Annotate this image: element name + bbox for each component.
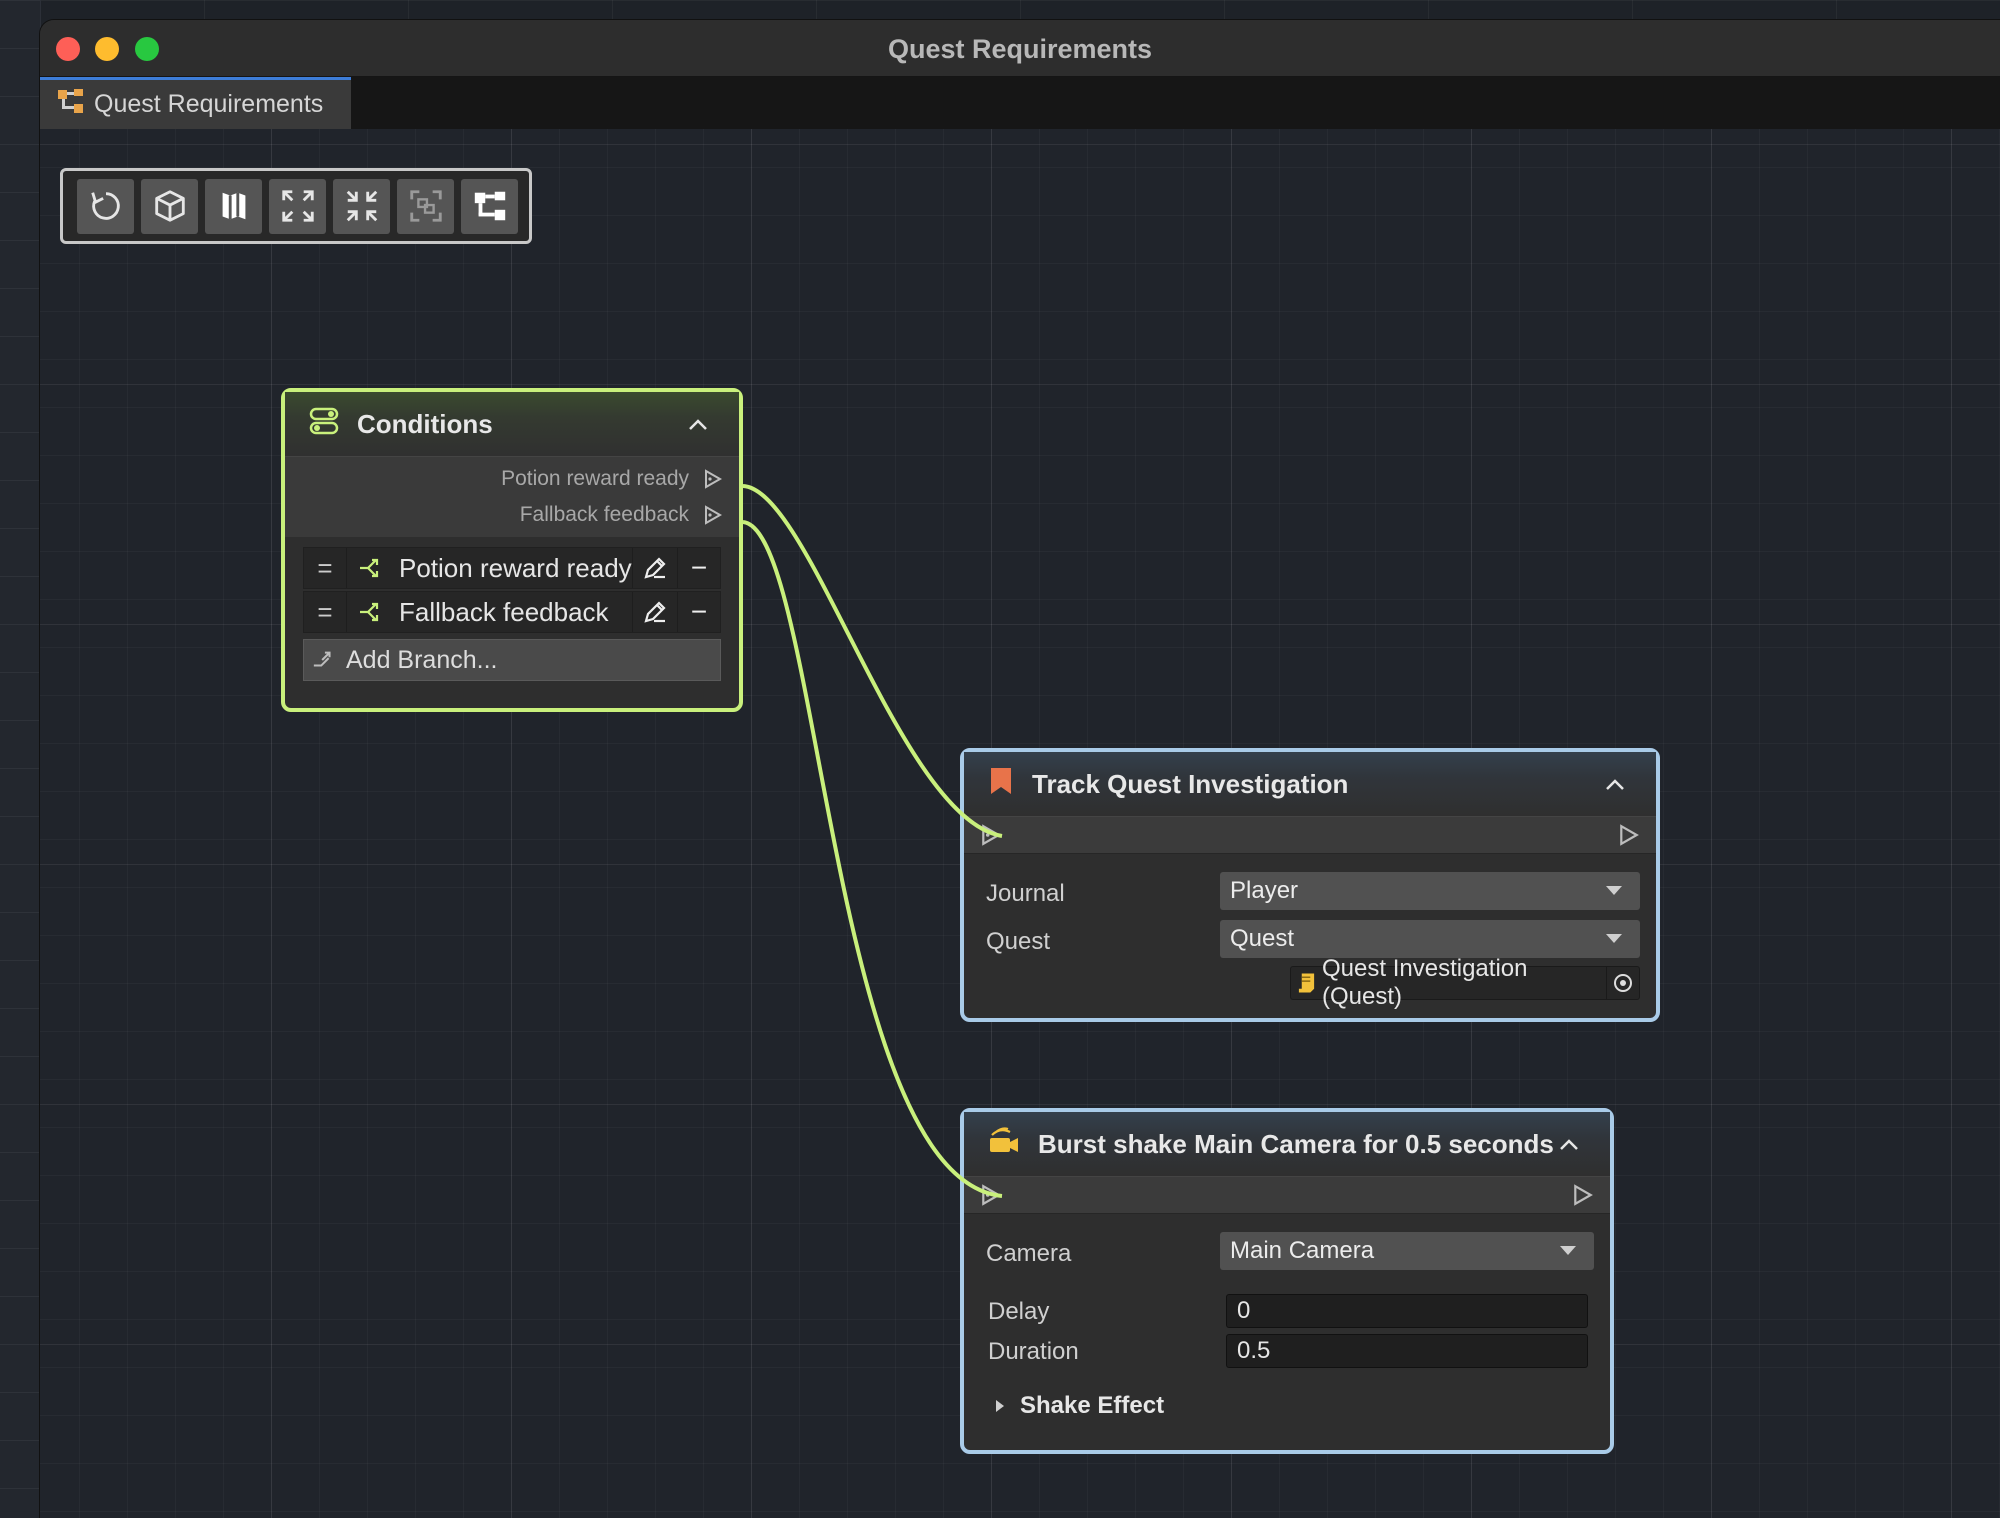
graph-canvas[interactable]: Conditions Potion reward ready Fallback … <box>40 129 2000 1518</box>
duration-input[interactable]: 0.5 <box>1226 1334 1588 1368</box>
title-bar: Quest Requirements <box>40 20 2000 77</box>
graph-tree-icon <box>56 86 86 123</box>
output-port-icon[interactable] <box>1572 1184 1594 1206</box>
tab-quest-requirements[interactable]: Quest Requirements <box>40 77 351 129</box>
branch-add-icon <box>313 651 331 667</box>
shake-effect-foldout[interactable]: Shake Effect <box>994 1392 1164 1420</box>
minimap-button[interactable] <box>205 178 262 234</box>
input-port-icon[interactable] <box>980 1184 1002 1206</box>
camera-shake-node-header[interactable]: Burst shake Main Camera for 0.5 seconds <box>964 1112 1610 1177</box>
chevron-up-icon[interactable] <box>1558 1134 1580 1156</box>
map-icon <box>222 192 245 220</box>
add-branch-button[interactable]: Add Branch... <box>303 639 721 681</box>
branch-list: = Potion reward ready − = Fallback feedb… <box>303 547 721 633</box>
frame-selection-button[interactable] <box>397 178 454 234</box>
conditions-outputs: Potion reward ready Fallback feedback <box>285 457 739 537</box>
camera-shake-icon <box>988 1126 1020 1163</box>
quest-scroll-icon <box>1298 973 1315 993</box>
conditions-node-title: Conditions <box>357 408 493 439</box>
drag-handle[interactable]: = <box>304 592 347 632</box>
bookmark-icon <box>988 766 1014 803</box>
conditions-toggle-icon <box>309 406 339 443</box>
caret-down-icon <box>1560 1246 1576 1255</box>
branch-row[interactable]: = Potion reward ready − <box>303 547 721 589</box>
expand-icon <box>281 190 314 222</box>
camera-label: Camera <box>986 1240 1072 1267</box>
input-port-icon[interactable] <box>980 824 1002 846</box>
quest-object-value: Quest Investigation (Quest) <box>1322 955 1528 1010</box>
camera-shake-node[interactable]: Burst shake Main Camera for 0.5 seconds … <box>960 1108 1614 1454</box>
caret-right-icon <box>996 1400 1004 1412</box>
refresh-icon <box>90 192 120 220</box>
shake-effect-label: Shake Effect <box>1020 1392 1165 1419</box>
refresh-button[interactable] <box>77 178 134 234</box>
journal-label: Journal <box>986 880 1065 907</box>
track-quest-node-title: Track Quest Investigation <box>1032 768 1349 799</box>
journal-dropdown[interactable]: Player <box>1220 872 1640 910</box>
quest-dropdown[interactable]: Quest <box>1220 920 1640 958</box>
output-label: Fallback feedback <box>519 503 689 526</box>
editor-side-strip <box>0 0 41 1518</box>
delay-input[interactable]: 0 <box>1226 1294 1588 1328</box>
output-label: Potion reward ready <box>501 467 689 490</box>
frame-select-icon <box>409 190 442 222</box>
flow-ports-bar <box>964 1177 1610 1214</box>
graph-editor-window: Quest Requirements Quest Requirements Co… <box>40 20 2000 1518</box>
cube-icon <box>154 190 185 222</box>
camera-dropdown[interactable]: Main Camera <box>1220 1232 1594 1270</box>
object-picker-button[interactable] <box>1605 967 1639 999</box>
branch-icon <box>347 592 395 632</box>
camera-shake-node-title: Burst shake Main Camera for 0.5 seconds <box>1038 1128 1554 1159</box>
delay-label: Delay <box>988 1298 1050 1325</box>
duration-label: Duration <box>988 1338 1079 1365</box>
conditions-node[interactable]: Conditions Potion reward ready Fallback … <box>281 388 743 712</box>
output-port-row: Fallback feedback <box>285 497 739 533</box>
camera-value: Main Camera <box>1230 1237 1375 1264</box>
quest-object-field[interactable]: Quest Investigation (Quest) <box>1290 955 1640 1010</box>
conditions-node-header[interactable]: Conditions <box>285 392 739 457</box>
tab-bar: Quest Requirements <box>40 77 2000 129</box>
caret-down-icon <box>1606 886 1622 895</box>
flow-ports-bar <box>964 817 1656 854</box>
hierarchy-icon <box>474 191 505 221</box>
graph-toolbar <box>60 168 532 244</box>
output-port-icon[interactable] <box>703 469 723 489</box>
collapse-all-button[interactable] <box>333 178 390 234</box>
window-title: Quest Requirements <box>887 34 1153 64</box>
pencil-icon <box>644 601 666 623</box>
output-port-row: Potion reward ready <box>285 461 739 497</box>
cube-button[interactable] <box>141 178 198 234</box>
remove-branch-button[interactable]: − <box>678 548 720 588</box>
output-port-icon[interactable] <box>703 505 723 525</box>
add-branch-label: Add Branch... <box>346 645 498 674</box>
quest-label: Quest <box>986 928 1051 955</box>
caret-down-icon <box>1606 934 1622 943</box>
tab-label: Quest Requirements <box>94 90 324 118</box>
branch-row[interactable]: = Fallback feedback − <box>303 591 721 633</box>
quest-value: Quest <box>1230 925 1295 952</box>
branch-icon <box>347 548 395 588</box>
pencil-icon <box>644 557 666 579</box>
journal-value: Player <box>1230 877 1299 904</box>
track-quest-node[interactable]: Track Quest Investigation Journal Player… <box>960 748 1660 1022</box>
collapse-icon <box>346 190 377 222</box>
branch-label[interactable]: Fallback feedback <box>395 592 633 632</box>
track-quest-node-header[interactable]: Track Quest Investigation <box>964 752 1656 817</box>
edit-branch-button[interactable] <box>633 548 678 588</box>
chevron-up-icon[interactable] <box>687 414 709 436</box>
chevron-up-icon[interactable] <box>1604 774 1626 796</box>
expand-all-button[interactable] <box>269 178 326 234</box>
edit-branch-button[interactable] <box>633 592 678 632</box>
branch-label[interactable]: Potion reward ready <box>395 548 633 588</box>
hierarchy-button[interactable] <box>461 178 518 234</box>
drag-handle[interactable]: = <box>304 548 347 588</box>
remove-branch-button[interactable]: − <box>678 592 720 632</box>
target-icon <box>1613 974 1632 992</box>
output-port-icon[interactable] <box>1618 824 1640 846</box>
